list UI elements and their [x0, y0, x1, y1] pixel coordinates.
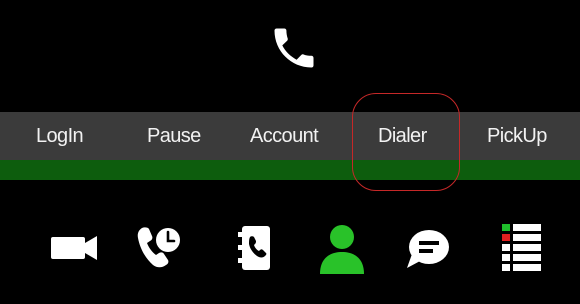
video-camera-icon[interactable]: [48, 220, 100, 276]
phonebook-icon[interactable]: [236, 220, 288, 276]
status-bar: [0, 160, 580, 180]
chat-icon[interactable]: [402, 220, 454, 276]
menu-item-account[interactable]: Account: [250, 112, 319, 160]
phone-icon: [268, 22, 320, 74]
user-icon[interactable]: [316, 220, 368, 276]
menu-item-pickup[interactable]: PickUp: [487, 112, 547, 160]
list-icon[interactable]: [496, 220, 548, 276]
menu-item-login[interactable]: LogIn: [36, 112, 84, 160]
main-menu: LogIn Pause Account Dialer PickUp: [0, 112, 580, 160]
call-history-icon[interactable]: [132, 220, 184, 276]
header: [0, 0, 580, 112]
menu-item-dialer[interactable]: Dialer: [378, 112, 427, 160]
menu-item-pause[interactable]: Pause: [147, 112, 201, 160]
